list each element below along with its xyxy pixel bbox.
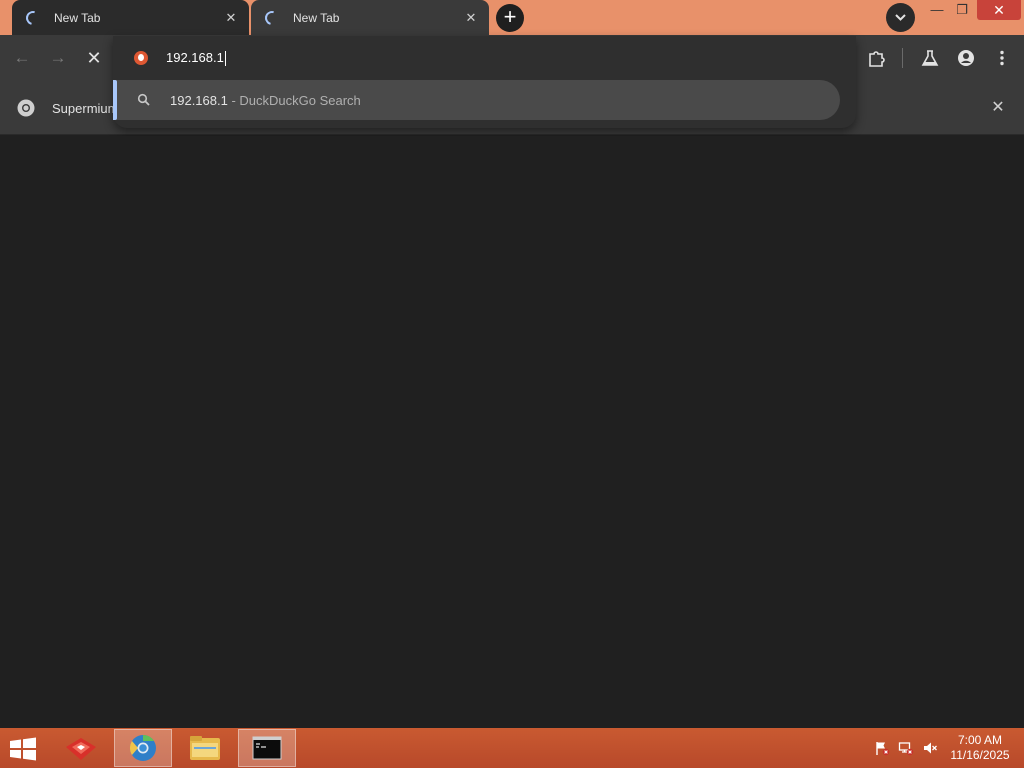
- menu-dots-icon: [1000, 50, 1004, 66]
- menu-button[interactable]: [989, 45, 1015, 71]
- profile-button[interactable]: [953, 45, 979, 71]
- title-bar: New Tab ✕ New Tab ✕ + — ❐ ✕: [0, 0, 1024, 35]
- loading-spinner-icon: [262, 7, 282, 28]
- new-tab-button[interactable]: +: [496, 4, 524, 32]
- bookmarks-bar-close-button[interactable]: ✕: [988, 98, 1008, 118]
- tab-close-button[interactable]: ✕: [223, 10, 239, 26]
- taskbar-command-prompt[interactable]: [238, 729, 296, 767]
- suggestion-text: 192.168.1 - DuckDuckGo Search: [170, 93, 361, 108]
- tab-title: New Tab: [54, 10, 101, 25]
- loading-spinner-icon: [23, 7, 43, 28]
- duckduckgo-icon: [134, 51, 148, 65]
- clock-date: 11/16/2025: [950, 748, 1010, 762]
- network-icon[interactable]: [898, 740, 914, 756]
- tab-new-tab-2[interactable]: New Tab ✕: [251, 0, 489, 35]
- omnibox-input[interactable]: 192.168.1: [166, 50, 226, 67]
- start-icon: [10, 737, 36, 761]
- action-center-flag-icon[interactable]: [874, 740, 890, 756]
- tab-new-tab-1[interactable]: New Tab ✕: [12, 0, 249, 35]
- page-content: [0, 136, 1024, 728]
- maximize-button[interactable]: ❐: [950, 0, 974, 20]
- text-caret: [224, 51, 226, 67]
- omnibox[interactable]: 192.168.1: [113, 36, 856, 80]
- tab-close-button[interactable]: ✕: [463, 10, 479, 26]
- back-button[interactable]: ←: [8, 44, 36, 72]
- bookmark-supermium[interactable]: Supermium: [52, 101, 114, 116]
- minimize-button[interactable]: —: [925, 0, 949, 20]
- taskbar-browser[interactable]: [114, 729, 172, 767]
- suggestion-selected-indicator: [113, 80, 117, 120]
- volume-muted-icon[interactable]: [922, 740, 938, 756]
- file-explorer-icon: [190, 736, 220, 760]
- labs-button[interactable]: [917, 45, 943, 71]
- command-prompt-icon: [252, 736, 282, 760]
- extensions-button[interactable]: [864, 45, 890, 71]
- extensions-icon: [869, 51, 885, 67]
- taskbar: 7:00 AM 11/16/2025: [0, 728, 1024, 768]
- taskbar-app[interactable]: [52, 729, 110, 767]
- tab-search-icon: [895, 14, 906, 21]
- taskbar-clock[interactable]: 7:00 AM 11/16/2025: [948, 733, 1012, 763]
- omnibox-dropdown: 192.168.1 192.168.1 - DuckDuckGo Search: [113, 36, 856, 128]
- start-button[interactable]: [6, 734, 40, 764]
- browser-icon: [129, 734, 156, 761]
- forward-button[interactable]: →: [44, 44, 72, 72]
- tab-search-button[interactable]: [886, 3, 915, 32]
- profile-icon: [958, 50, 974, 66]
- search-icon: [137, 93, 150, 106]
- clock-time: 7:00 AM: [957, 733, 1003, 747]
- chrome-icon: [17, 99, 35, 117]
- omnibox-suggestion[interactable]: 192.168.1 - DuckDuckGo Search: [113, 80, 840, 120]
- labs-flask-icon: [921, 50, 939, 66]
- tab-title: New Tab: [293, 10, 340, 25]
- toolbar-divider: [902, 48, 903, 68]
- close-window-button[interactable]: ✕: [977, 0, 1021, 20]
- app-icon: [66, 738, 96, 760]
- stop-loading-button[interactable]: ✕: [80, 44, 108, 72]
- taskbar-file-explorer[interactable]: [176, 729, 234, 767]
